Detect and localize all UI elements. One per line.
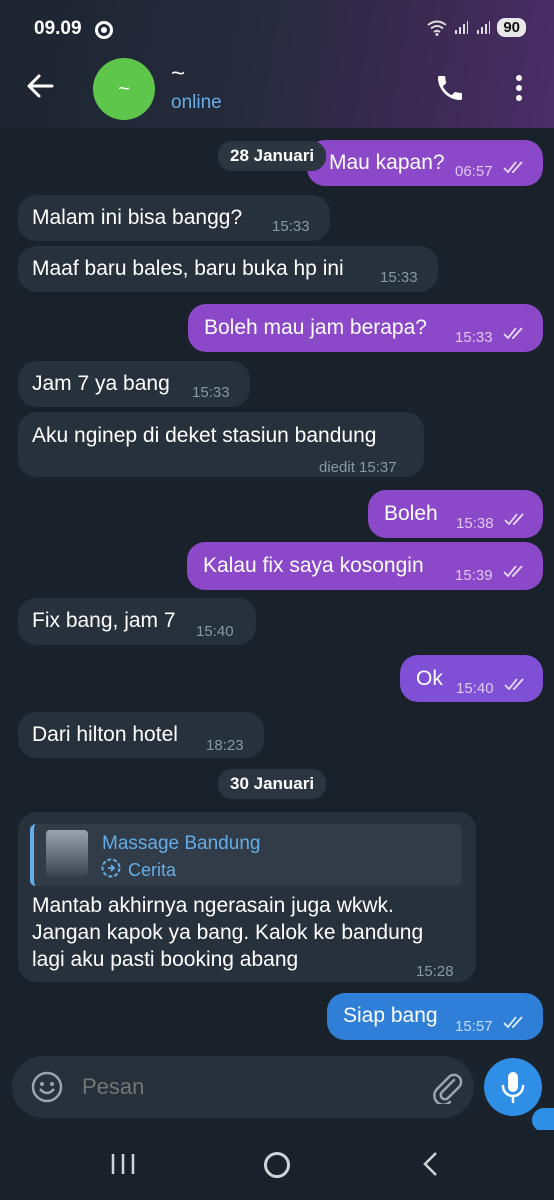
avatar-initial: ~ [118,77,130,100]
story-reply-quote[interactable]: Massage Bandung Cerita [30,824,462,886]
status-notification-icon [95,21,113,39]
message-time: 15:33 [380,269,418,286]
contact-avatar[interactable]: ~ [93,58,155,120]
read-ticks-icon [503,1016,523,1029]
message-text: Mau kapan? [329,151,445,174]
message-incoming-reply[interactable]: Massage Bandung Cerita Mantab akhirnya n… [18,812,476,982]
message-incoming[interactable]: Dari hilton hotel 18:23 [18,712,264,758]
mic-icon [501,1072,525,1104]
reply-subtitle: Cerita [128,860,177,880]
message-input[interactable] [82,1056,402,1118]
app-header: 09.09 90 ~ ~ online [0,0,554,128]
message-time: 15:38 [456,515,494,532]
message-text: Boleh [384,502,438,525]
mic-button[interactable] [484,1058,542,1116]
battery-indicator: 90 [497,18,526,37]
message-text: Siap bang [343,1004,438,1027]
message-time: 18:23 [206,737,244,754]
home-icon[interactable] [264,1152,290,1178]
message-time: 15:40 [456,680,494,697]
story-thumbnail [46,830,88,876]
message-incoming[interactable]: Jam 7 ya bang 15:33 [18,361,250,407]
nav-back-icon[interactable] [420,1150,440,1178]
system-nav-bar [0,1130,554,1200]
message-outgoing[interactable]: Boleh 15:38 [368,490,543,538]
signal-icon [477,20,491,34]
contact-status: online [171,92,222,113]
wifi-icon [427,20,447,36]
message-text-line: Jangan kapok ya bang. Kalok ke bandung [32,921,424,944]
read-ticks-icon [503,161,523,174]
message-text-line: lagi aku pasti booking abang [32,948,299,971]
phone-icon[interactable] [434,72,466,104]
chat-area[interactable]: Mau kapan? 06:57 28 Januari Malam ini bi… [0,128,554,1050]
message-incoming[interactable]: Aku nginep di deket stasiun bandung died… [18,412,424,477]
message-text: Jam 7 ya bang [32,372,170,395]
contact-name[interactable]: ~ [171,60,185,88]
message-text-line: Mantab akhirnya ngerasain juga wkwk. [32,894,394,917]
read-ticks-icon [503,565,523,578]
message-composer [12,1056,474,1118]
message-text: Aku nginep di deket stasiun bandung [32,424,377,447]
message-time: 15:39 [455,567,493,584]
message-text: Kalau fix saya kosongin [203,554,424,577]
message-time: 15:33 [272,218,310,235]
message-text: Maaf baru bales, baru buka hp ini [32,257,344,280]
read-ticks-icon [504,678,524,691]
message-time: 15:33 [455,329,493,346]
read-ticks-icon [504,513,524,526]
message-outgoing[interactable]: Ok 15:40 [400,655,543,702]
message-time: 15:28 [416,963,454,980]
message-edited-time: diedit 15:37 [319,459,397,476]
message-time: 06:57 [455,163,493,180]
message-text: Malam ini bisa bangg? [32,206,243,229]
message-text: Boleh mau jam berapa? [204,316,427,339]
floating-chat-bubble[interactable] [532,1108,554,1132]
message-time: 15:40 [196,623,234,640]
date-separator: 30 Januari [218,769,327,799]
message-outgoing[interactable]: Boleh mau jam berapa? 15:33 [188,304,543,352]
back-arrow-icon[interactable] [24,70,56,102]
story-icon [101,858,121,878]
reply-title: Massage Bandung [102,833,261,854]
more-vert-icon[interactable] [508,72,530,104]
message-outgoing[interactable]: Kalau fix saya kosongin 15:39 [187,542,543,590]
message-incoming[interactable]: Malam ini bisa bangg? 15:33 [18,195,330,241]
message-time: 15:57 [455,1018,493,1035]
message-incoming[interactable]: Maaf baru bales, baru buka hp ini 15:33 [18,246,438,292]
message-outgoing[interactable]: Mau kapan? 06:57 [307,140,543,186]
emoji-icon[interactable] [30,1070,64,1104]
status-icons: 90 [427,18,526,37]
recent-apps-icon[interactable] [110,1152,136,1176]
message-time: 15:33 [192,384,230,401]
signal-icon [455,20,469,34]
message-outgoing[interactable]: Siap bang 15:57 [327,993,543,1040]
message-text: Ok [416,667,443,690]
read-ticks-icon [503,327,523,340]
message-incoming[interactable]: Fix bang, jam 7 15:40 [18,598,256,645]
date-separator: 28 Januari [218,141,327,171]
message-text: Fix bang, jam 7 [32,609,176,632]
attach-icon[interactable] [430,1070,464,1104]
message-text: Dari hilton hotel [32,723,178,746]
status-time: 09.09 [34,18,82,39]
